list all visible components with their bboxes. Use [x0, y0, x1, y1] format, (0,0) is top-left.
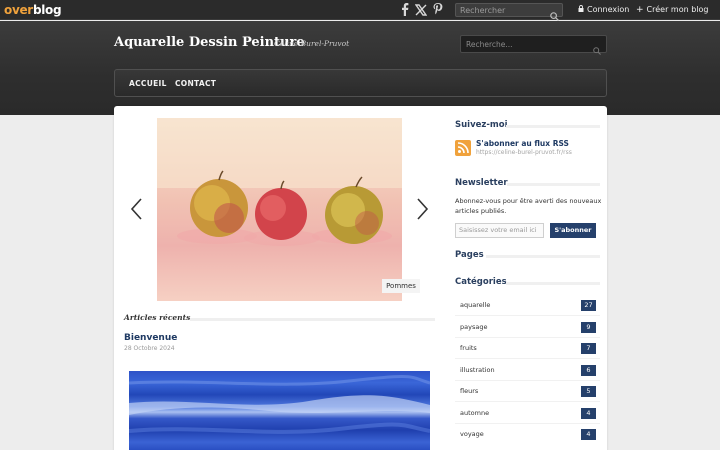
count-badge: 27 [581, 300, 596, 311]
slider-image-pommes[interactable] [157, 118, 402, 301]
header-search-input[interactable]: Recherche... [460, 35, 607, 55]
nav-item-contact[interactable]: CONTACT [175, 70, 216, 97]
divider [486, 255, 600, 258]
newsletter-email-field[interactable]: Saisissez votre email ici [455, 223, 544, 238]
count-badge: 7 [581, 343, 596, 354]
create-blog-link[interactable]: + Créer mon blog [636, 5, 709, 14]
blog-subtitle: Céline Burel-Pruvot [274, 39, 350, 48]
rss-subscribe-link[interactable]: S'abonner au flux RSS [476, 139, 569, 148]
search-icon[interactable] [593, 40, 601, 59]
divider [455, 380, 600, 381]
category-item-fleurs[interactable]: fleurs 5 [455, 383, 600, 399]
divider [506, 282, 600, 285]
newsletter-heading: Newsletter [455, 178, 508, 188]
plus-icon: + [636, 4, 644, 15]
category-item-fruits[interactable]: fruits 7 [455, 340, 600, 356]
divider [455, 401, 600, 402]
post-title[interactable]: Bienvenue [124, 333, 177, 343]
topbar-search-input[interactable]: Rechercher [455, 3, 563, 21]
divider [455, 315, 600, 316]
main-navbar: ACCUEIL CONTACT [114, 69, 607, 97]
count-badge: 4 [581, 408, 596, 419]
category-item-aquarelle[interactable]: aquarelle 27 [455, 297, 600, 313]
post-thumbnail[interactable] [129, 371, 430, 450]
recent-articles-heading: Articles récents [124, 313, 191, 322]
divider [455, 423, 600, 424]
divider [455, 358, 600, 359]
lock-icon [578, 5, 584, 14]
categories-heading: Catégories [455, 277, 507, 287]
slider-next-arrow-icon[interactable] [415, 198, 429, 220]
login-link[interactable]: Connexion [578, 5, 629, 14]
count-badge: 9 [581, 322, 596, 333]
overblog-logo[interactable]: overblog [4, 3, 62, 17]
blog-header [0, 21, 720, 115]
pinterest-icon[interactable] [431, 3, 444, 16]
rss-url[interactable]: https://celine-burel-pruvot.fr/rss [476, 149, 572, 156]
rss-icon[interactable] [455, 140, 471, 156]
divider [507, 183, 600, 186]
category-item-automne[interactable]: automne 4 [455, 405, 600, 421]
pages-heading: Pages [455, 250, 484, 260]
nav-item-accueil[interactable]: ACCUEIL [129, 70, 167, 97]
overblog-topbar: overblog Rechercher Connexion + Créer mo… [0, 0, 720, 21]
x-icon[interactable] [414, 3, 427, 16]
newsletter-description: Abonnez-vous pour être averti des nouvea… [455, 197, 602, 215]
divider [455, 337, 600, 338]
divider [190, 318, 435, 321]
category-item-illustration[interactable]: illustration 6 [455, 362, 600, 378]
slide-caption: Pommes [382, 279, 420, 293]
newsletter-subscribe-button[interactable]: S'abonner [550, 223, 596, 238]
count-badge: 6 [581, 365, 596, 376]
count-badge: 4 [581, 429, 596, 440]
count-badge: 5 [581, 386, 596, 397]
facebook-icon[interactable] [398, 3, 411, 16]
divider [506, 125, 600, 128]
follow-heading: Suivez-moi [455, 120, 508, 130]
category-item-paysage[interactable]: paysage 9 [455, 319, 600, 335]
post-date: 28 Octobre 2024 [124, 345, 175, 352]
category-item-voyage[interactable]: voyage 4 [455, 426, 600, 442]
slider-prev-arrow-icon[interactable] [130, 198, 144, 220]
